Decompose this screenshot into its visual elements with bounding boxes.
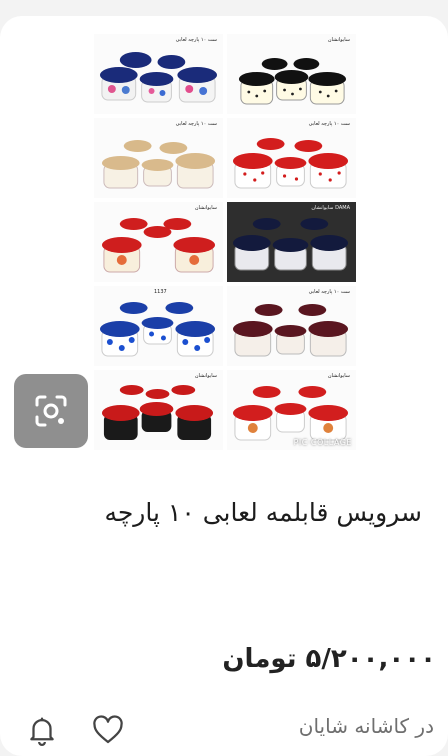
collage-tile: ست ۱۰ پارچه لعابی — [94, 118, 223, 198]
pots-black-red-image — [101, 385, 214, 440]
collage-tile: سایوانشان — [94, 202, 223, 282]
pots-beige-image — [101, 140, 216, 189]
collage-tile: سایوانشان — [227, 34, 356, 114]
tile-caption: ست ۱۰ پارچه لعابی — [175, 121, 217, 127]
tile-caption: 1137 — [154, 289, 167, 295]
pots-red-dots-image — [232, 138, 349, 189]
pots-black-dots-image — [238, 58, 347, 105]
google-lens-icon — [35, 395, 67, 427]
pots-red-lid-image — [101, 218, 216, 273]
tile-caption: ست ۱۰ پارچه لعابی — [175, 37, 217, 43]
seller-name[interactable]: در کاشانه شایان — [299, 714, 434, 738]
collage-tile: ست ۱۰ پارچه لعابی — [227, 286, 356, 366]
pots-dama-image — [232, 218, 349, 271]
tile-caption: سایوانشان DAMA — [311, 205, 350, 211]
product-price: ۵/۲۰۰,۰۰۰ تومان — [222, 644, 436, 674]
pots-floral-image — [99, 52, 218, 103]
collage-tile: ست ۱۰ پارچه لعابی — [94, 34, 223, 114]
collage-tile: 1137 — [94, 286, 223, 366]
tile-caption: ست ۱۰ پارچه لعابی — [308, 121, 350, 127]
product-card[interactable]: ست ۱۰ پارچه لعابی سایوانشان ست ۱۰ پارچه … — [0, 16, 448, 756]
notify-button[interactable] — [24, 712, 60, 748]
google-lens-button[interactable] — [14, 374, 88, 448]
watermark: PIC·COLLAGE — [293, 438, 352, 447]
pots-blue-dots-image — [99, 302, 216, 357]
favorite-button[interactable] — [90, 712, 126, 748]
collage-tile: سایوانشان PIC·COLLAGE — [227, 370, 356, 450]
tile-caption: سایوانشان — [194, 205, 217, 211]
collage-tile: سایوانشان DAMA — [227, 202, 356, 282]
product-title[interactable]: سرویس قابلمه لعابی ۱۰ پارچه — [62, 486, 422, 540]
tile-caption: ست ۱۰ پارچه لعابی — [308, 289, 350, 295]
product-image[interactable]: ست ۱۰ پارچه لعابی سایوانشان ست ۱۰ پارچه … — [94, 34, 356, 450]
tile-caption: سایوانشان — [327, 373, 350, 379]
tile-caption: سایوانشان — [194, 373, 217, 379]
collage-tile: ست ۱۰ پارچه لعابی — [227, 118, 356, 198]
tile-caption: سایوانشان — [327, 37, 350, 43]
collage-tile: سایوانشان — [94, 370, 223, 450]
pots-maroon-image — [232, 304, 349, 357]
